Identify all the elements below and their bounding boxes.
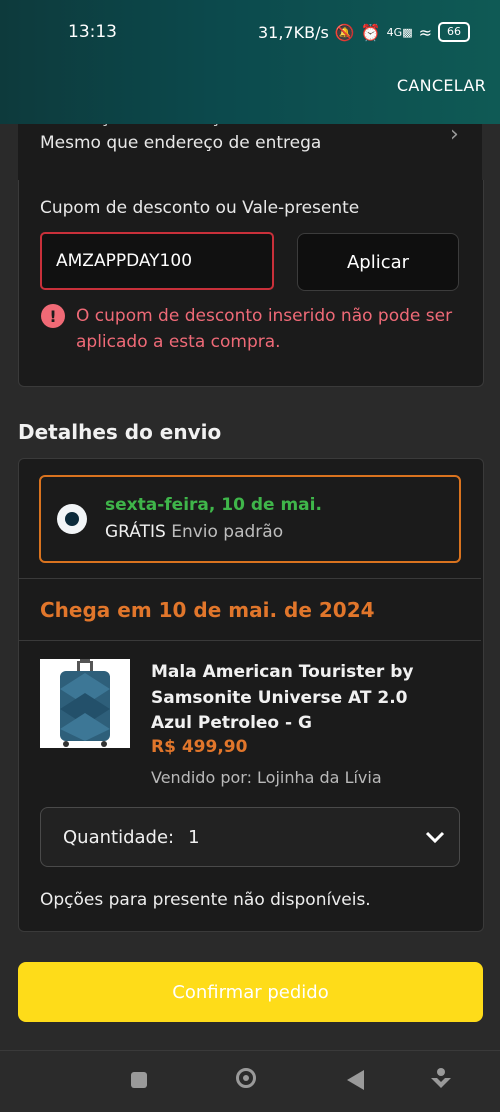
signal-icon: 4G▩: [386, 25, 413, 39]
delivery-method: Envio padrão: [171, 522, 284, 542]
coupon-input[interactable]: [40, 232, 274, 290]
status-icons: 31,7KB/s 🔕 ⏰ 4G▩ ≈ 66: [258, 22, 470, 42]
product-image[interactable]: [40, 659, 130, 748]
apply-coupon-button[interactable]: Aplicar: [297, 233, 459, 291]
coupon-error-message: O cupom de desconto inserido não pode se…: [76, 306, 453, 352]
shipping-section-title: Detalhes do envio: [18, 420, 222, 444]
suitcase-icon: [60, 659, 110, 747]
radio-selected-icon[interactable]: [57, 504, 87, 534]
error-icon: !: [41, 304, 65, 328]
confirm-order-button[interactable]: Confirmar pedido: [18, 962, 483, 1022]
chevron-down-icon: [424, 826, 446, 852]
delivery-price: GRÁTIS: [105, 522, 166, 542]
delivery-date: sexta-feira, 10 de mai.: [105, 495, 322, 515]
network-speed: 31,7KB/s: [257, 22, 329, 42]
divider: [19, 640, 481, 641]
battery-icon: 66: [438, 22, 470, 42]
gift-options-text: Opções para presente não disponíveis.: [40, 890, 371, 910]
billing-value: Mesmo que endereço de entrega: [40, 133, 322, 153]
quantity-label: Quantidade:: [63, 826, 175, 848]
coupon-label: Cupom de desconto ou Vale-presente: [40, 198, 360, 218]
alarm-icon: ⏰: [360, 22, 381, 42]
accessibility-icon[interactable]: [430, 1067, 452, 1095]
home-icon[interactable]: [236, 1068, 256, 1088]
status-time: 13:13: [68, 22, 117, 42]
quantity-dropdown[interactable]: Quantidade: 1: [40, 807, 460, 867]
chevron-right-icon: ›: [450, 122, 459, 147]
product-price: R$ 499,90: [151, 737, 248, 757]
quantity-value: 1: [188, 826, 200, 848]
back-icon[interactable]: [347, 1070, 364, 1090]
app-header: [0, 0, 500, 124]
recents-icon[interactable]: [131, 1072, 147, 1088]
divider: [19, 578, 481, 579]
product-seller: Vendido por: Lojinha da Lívia: [151, 768, 382, 787]
arrival-date: Chega em 10 de mai. de 2024: [40, 598, 375, 622]
cancel-button[interactable]: CANCELAR: [397, 76, 486, 95]
delivery-price-method: GRÁTIS Envio padrão: [105, 522, 283, 542]
product-name[interactable]: Mala American Tourister by Samsonite Uni…: [151, 660, 451, 737]
wifi-icon: ≈: [418, 22, 432, 42]
mute-icon: 🔕: [334, 22, 355, 42]
delivery-option[interactable]: [39, 475, 461, 563]
